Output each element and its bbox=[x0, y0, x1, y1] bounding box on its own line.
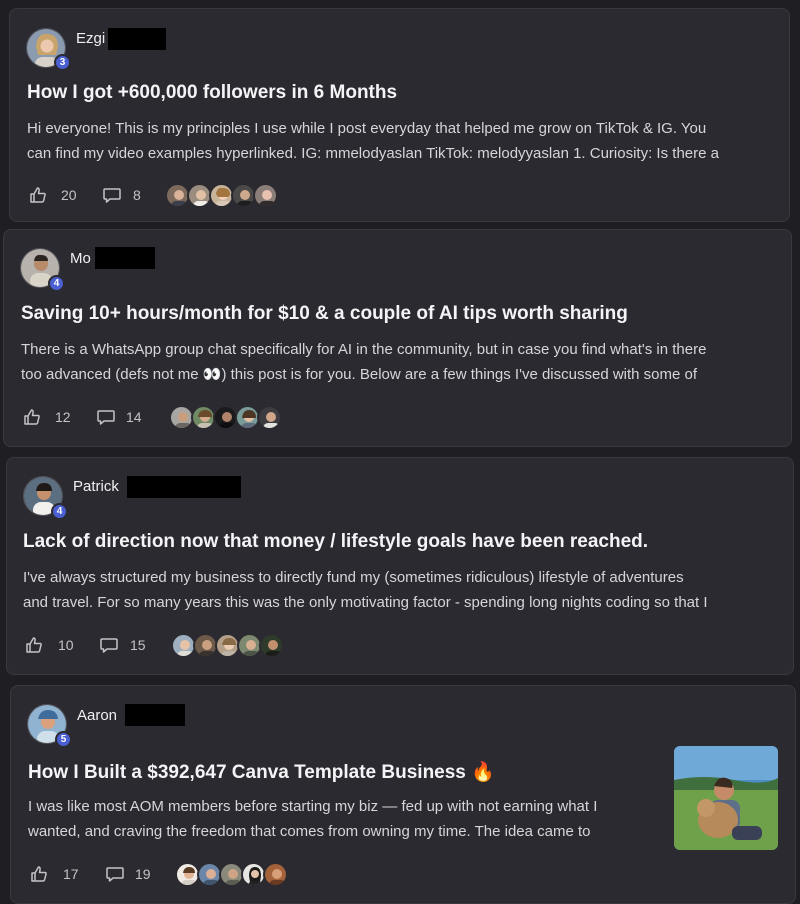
thumbs-up-icon[interactable] bbox=[28, 185, 48, 205]
thumbs-up-icon[interactable] bbox=[29, 864, 49, 884]
like-count: 17 bbox=[63, 866, 79, 882]
redacted-name bbox=[127, 476, 241, 498]
post-excerpt: There is a WhatsApp group chat specifica… bbox=[21, 337, 781, 387]
post-title[interactable]: Saving 10+ hours/month for $10 & a coupl… bbox=[21, 303, 628, 325]
excerpt-line: and travel. For so many years this was t… bbox=[23, 594, 708, 611]
comment-count: 15 bbox=[130, 637, 146, 653]
level-badge: 3 bbox=[54, 54, 71, 71]
excerpt-line: There is a WhatsApp group chat specifica… bbox=[21, 341, 707, 358]
excerpt-line: too advanced (defs not me 👀) this post i… bbox=[21, 366, 698, 383]
excerpt-line: can find my video examples hyperlinked. … bbox=[27, 145, 719, 162]
author-name[interactable]: Patrick bbox=[73, 478, 119, 495]
level-badge: 4 bbox=[48, 275, 65, 292]
post-excerpt: I've always structured my business to di… bbox=[23, 565, 783, 615]
post-title[interactable]: Lack of direction now that money / lifes… bbox=[23, 531, 648, 553]
post-excerpt: Hi everyone! This is my principles I use… bbox=[27, 116, 787, 166]
excerpt-line: Hi everyone! This is my principles I use… bbox=[27, 120, 707, 137]
post-card[interactable]: 4 Patrick Lack of direction now that mon… bbox=[6, 457, 794, 675]
like-count: 20 bbox=[61, 187, 77, 203]
post-card[interactable]: 3 Ezgi How I got +600,000 followers in 6… bbox=[9, 8, 790, 222]
redacted-name bbox=[108, 28, 166, 50]
like-count: 12 bbox=[55, 409, 71, 425]
level-badge: 5 bbox=[55, 731, 72, 748]
comment-bubble-icon[interactable] bbox=[99, 635, 119, 655]
comment-count: 19 bbox=[135, 866, 151, 882]
excerpt-line: wanted, and craving the freedom that com… bbox=[28, 823, 591, 840]
author-name[interactable]: Mo bbox=[70, 250, 91, 267]
comment-bubble-icon[interactable] bbox=[96, 407, 116, 427]
excerpt-line: I was like most AOM members before start… bbox=[28, 798, 598, 815]
like-count: 10 bbox=[58, 637, 74, 653]
author-name[interactable]: Aaron bbox=[77, 707, 117, 724]
post-title[interactable]: How I got +600,000 followers in 6 Months bbox=[27, 82, 397, 104]
post-card[interactable]: 4 Mo Saving 10+ hours/month for $10 & a … bbox=[3, 229, 792, 447]
commenter-avatar[interactable] bbox=[263, 862, 288, 887]
excerpt-line: I've always structured my business to di… bbox=[23, 569, 684, 586]
redacted-name bbox=[125, 704, 185, 726]
comment-bubble-icon[interactable] bbox=[102, 185, 122, 205]
commenter-avatar[interactable] bbox=[253, 183, 278, 208]
comment-count: 14 bbox=[126, 409, 142, 425]
commenter-avatar[interactable] bbox=[257, 405, 282, 430]
post-thumbnail[interactable] bbox=[674, 746, 778, 850]
author-name[interactable]: Ezgi bbox=[76, 30, 105, 47]
comment-count: 8 bbox=[133, 187, 141, 203]
thumbs-up-icon[interactable] bbox=[24, 635, 44, 655]
level-badge: 4 bbox=[51, 503, 68, 520]
post-excerpt: I was like most AOM members before start… bbox=[28, 794, 658, 844]
post-title[interactable]: How I Built a $392,647 Canva Template Bu… bbox=[28, 760, 495, 784]
redacted-name bbox=[95, 247, 155, 269]
post-card[interactable]: 5 Aaron How I Built a $392,647 Canva Tem… bbox=[10, 685, 796, 904]
commenter-avatar[interactable] bbox=[259, 633, 284, 658]
thumbs-up-icon[interactable] bbox=[22, 407, 42, 427]
comment-bubble-icon[interactable] bbox=[105, 864, 125, 884]
